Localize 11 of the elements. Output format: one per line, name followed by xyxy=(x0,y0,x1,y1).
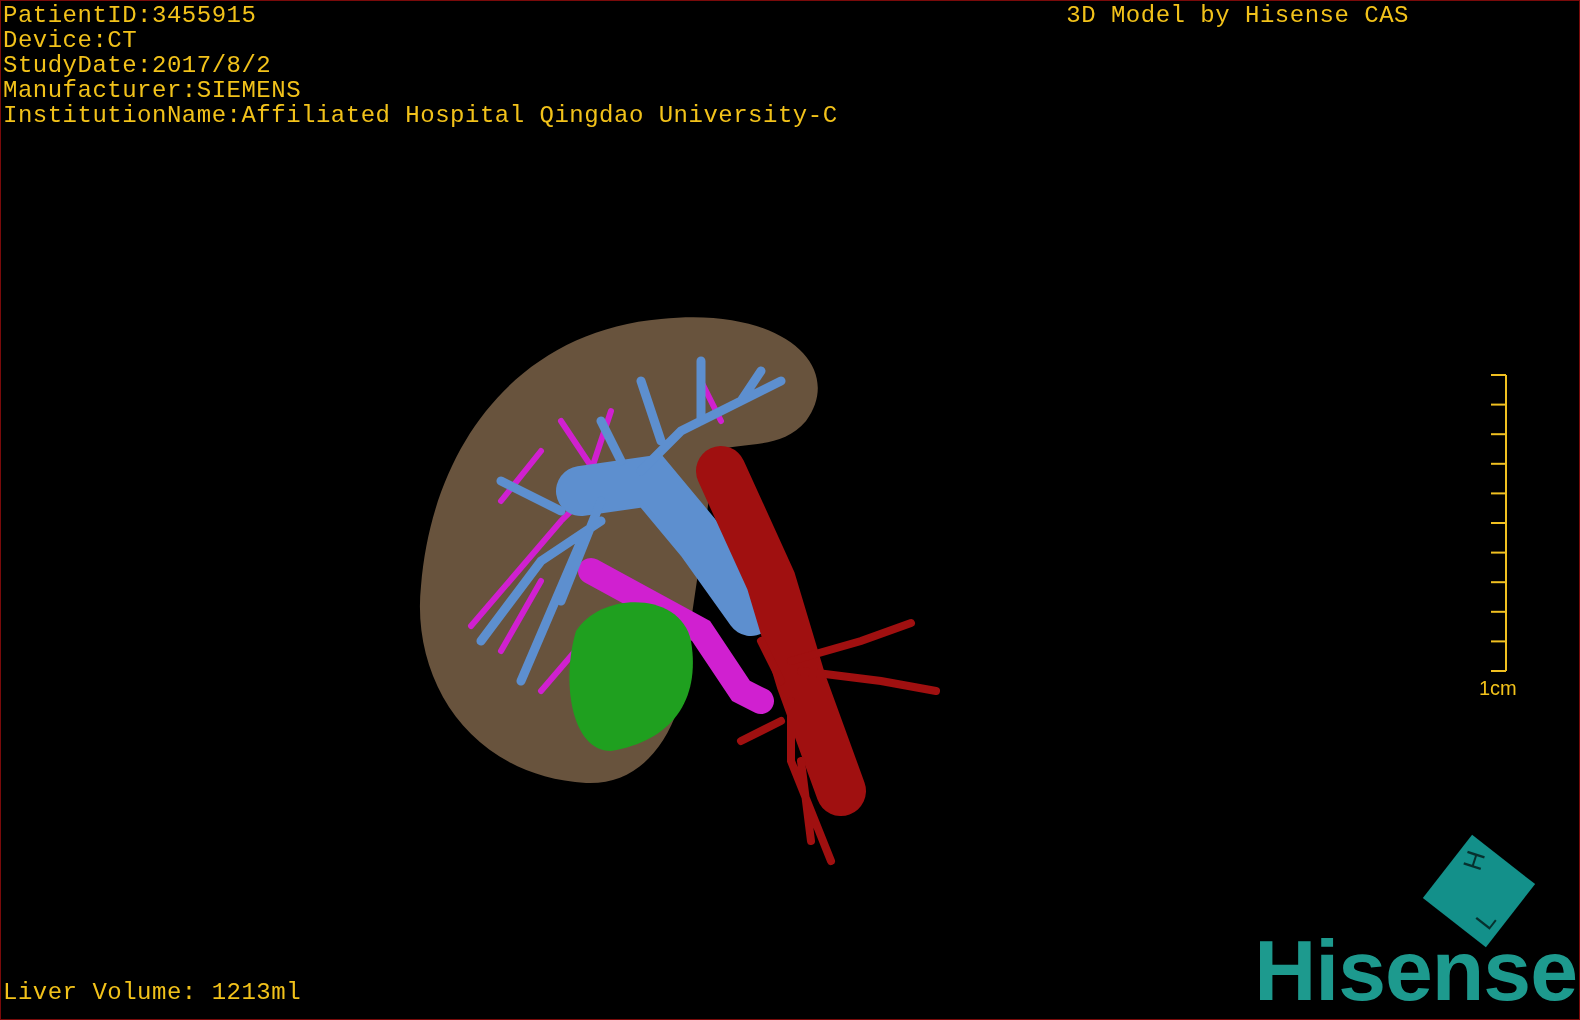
study-info-text: InstitutionName:Affiliated Hospital Qingdao University-C xyxy=(3,103,838,128)
study-info-text: Manufacturer:SIEMENS xyxy=(3,78,303,103)
orientation-letter: H xyxy=(1458,847,1490,874)
orientation-cube[interactable]: H L xyxy=(1422,834,1536,948)
model-credit-text: 3D Model by Hisense CAS xyxy=(1066,3,1409,31)
study-info-text: StudyDate:2017/8/2 xyxy=(3,53,273,78)
liver-volume-text: Liver Volume: 1213ml xyxy=(3,980,302,1005)
scale-label: 1cm xyxy=(1479,677,1517,700)
study-info-text: PatientID:3455915 xyxy=(3,3,258,28)
study-info-text: Device:CT xyxy=(3,28,139,53)
orientation-letter: L xyxy=(1470,906,1500,934)
